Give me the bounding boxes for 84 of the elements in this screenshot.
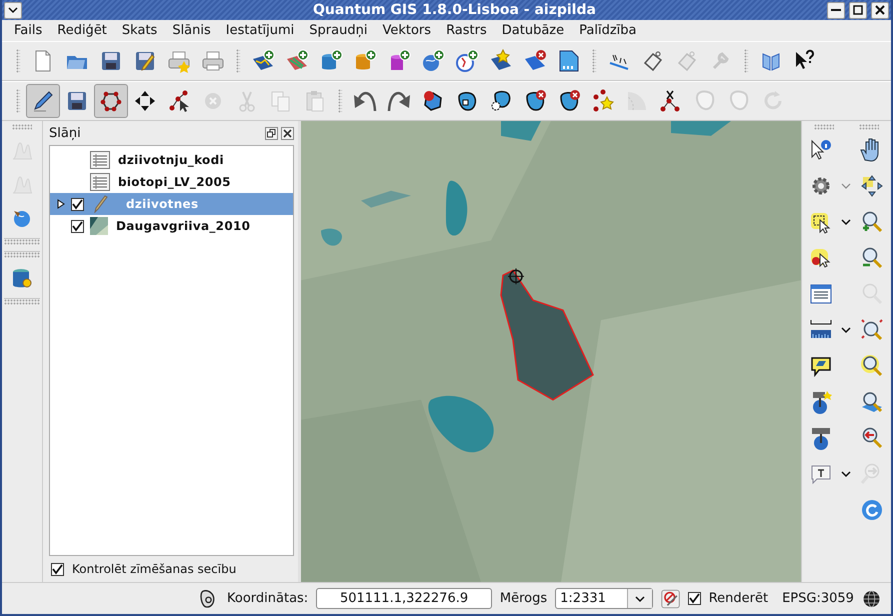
tag-icon bbox=[675, 49, 699, 73]
new-layer-icon bbox=[489, 49, 513, 73]
redo-icon bbox=[387, 89, 411, 113]
node-star-icon bbox=[591, 89, 615, 113]
expander-icon[interactable] bbox=[56, 199, 65, 209]
table-icon bbox=[90, 173, 110, 191]
info-cursor-icon bbox=[808, 138, 833, 162]
pencil-icon bbox=[31, 89, 55, 113]
move-arrows-icon bbox=[133, 89, 157, 113]
node-polygon-icon bbox=[99, 89, 123, 113]
menu-item[interactable]: Vektors bbox=[374, 23, 438, 38]
minimize-button[interactable] bbox=[826, 2, 845, 18]
file-icon bbox=[557, 49, 581, 73]
render-label: Renderēt bbox=[708, 591, 768, 606]
zoom-layer-icon bbox=[860, 318, 884, 342]
panel-title: Slāņi bbox=[49, 126, 81, 140]
rotate-icon bbox=[625, 89, 649, 113]
scale-dropdown[interactable]: 1:2331 bbox=[555, 588, 653, 609]
remove-layer-icon bbox=[523, 49, 547, 73]
layer-name: Daugavgriiva_2010 bbox=[116, 219, 250, 233]
float-icon bbox=[267, 128, 276, 138]
layer-name: biotopi_LV_2005 bbox=[118, 175, 231, 189]
layer-row[interactable]: Daugavgriiva_2010 bbox=[50, 215, 293, 237]
float-button[interactable] bbox=[265, 126, 278, 140]
tag-icon bbox=[641, 49, 665, 73]
zoom-icon bbox=[860, 390, 884, 414]
menu-item[interactable]: Skats bbox=[114, 23, 164, 38]
maximize-icon bbox=[852, 5, 863, 15]
table-icon bbox=[90, 151, 110, 169]
close-icon bbox=[874, 5, 885, 15]
zoom-out-icon bbox=[860, 246, 884, 270]
shape-icon bbox=[727, 89, 751, 113]
window-title: Quantum GIS 1.8.0-Lisboa - aizpilda bbox=[313, 2, 596, 18]
toolbar-button[interactable] bbox=[94, 84, 128, 118]
zoom-selection-icon bbox=[860, 354, 884, 378]
zoom-in-icon bbox=[860, 210, 884, 234]
toolbar-button[interactable] bbox=[26, 84, 60, 118]
coordinates-label: Koordinātas: bbox=[227, 591, 308, 606]
close-button[interactable] bbox=[870, 2, 889, 18]
layer-row[interactable]: biotopi_LV_2005 bbox=[50, 171, 293, 193]
zoom-last-icon bbox=[860, 426, 884, 450]
printer-icon bbox=[201, 49, 225, 73]
print-composer-icon bbox=[167, 49, 191, 73]
attribute-table-icon bbox=[808, 282, 833, 306]
close-icon bbox=[283, 128, 292, 138]
database-icon bbox=[10, 266, 34, 290]
minimize-icon bbox=[830, 9, 841, 11]
menu-item[interactable]: Rastrs bbox=[438, 23, 494, 38]
stop-render-icon[interactable] bbox=[660, 588, 680, 608]
add-raster-layer-icon bbox=[285, 49, 309, 73]
scale-label: Mērogs bbox=[500, 591, 548, 606]
zoom-full-icon bbox=[860, 174, 884, 198]
layer-checkbox[interactable] bbox=[71, 198, 84, 210]
layer-row[interactable]: dziivotnju_kodi bbox=[50, 149, 293, 171]
layer-checkbox[interactable] bbox=[71, 220, 84, 232]
projection-icon[interactable] bbox=[862, 588, 882, 608]
render-checkbox[interactable] bbox=[688, 592, 701, 605]
menu-item[interactable]: Slānis bbox=[164, 23, 218, 38]
shape-icon bbox=[489, 89, 513, 113]
save-as-icon bbox=[133, 49, 157, 73]
deselect-icon bbox=[808, 246, 833, 270]
menu-item[interactable]: Iestatījumi bbox=[218, 23, 302, 38]
maximize-button[interactable] bbox=[848, 2, 867, 18]
select-icon bbox=[808, 210, 833, 234]
node-tool-icon bbox=[167, 89, 191, 113]
close-button[interactable] bbox=[281, 126, 294, 140]
raster-thumbnail-icon bbox=[90, 217, 108, 235]
layer-name: dziivotnes bbox=[126, 197, 198, 211]
window-menu-button[interactable] bbox=[4, 2, 22, 18]
menu-item[interactable]: Rediģēt bbox=[49, 23, 114, 38]
add-ring-icon bbox=[421, 89, 445, 113]
checkbox[interactable] bbox=[51, 562, 64, 576]
refresh-icon bbox=[860, 498, 884, 522]
undo-icon bbox=[353, 89, 377, 113]
menu-item[interactable]: Spraudņi bbox=[301, 23, 374, 38]
coordinates-field[interactable]: 501111.1,322276.9 bbox=[316, 588, 492, 609]
add-vector-layer-icon bbox=[251, 49, 275, 73]
shape-icon bbox=[693, 89, 717, 113]
crs-label[interactable]: EPSG:3059 bbox=[782, 591, 854, 606]
menu-item[interactable]: Datubāze bbox=[494, 23, 572, 38]
menu-item[interactable]: Palīdzība bbox=[571, 23, 644, 38]
menu-item[interactable]: Fails bbox=[6, 23, 50, 38]
layer-name: dziivotnju_kodi bbox=[118, 153, 224, 167]
checkbox-label: Kontrolēt zīmēšanas secību bbox=[72, 562, 236, 576]
